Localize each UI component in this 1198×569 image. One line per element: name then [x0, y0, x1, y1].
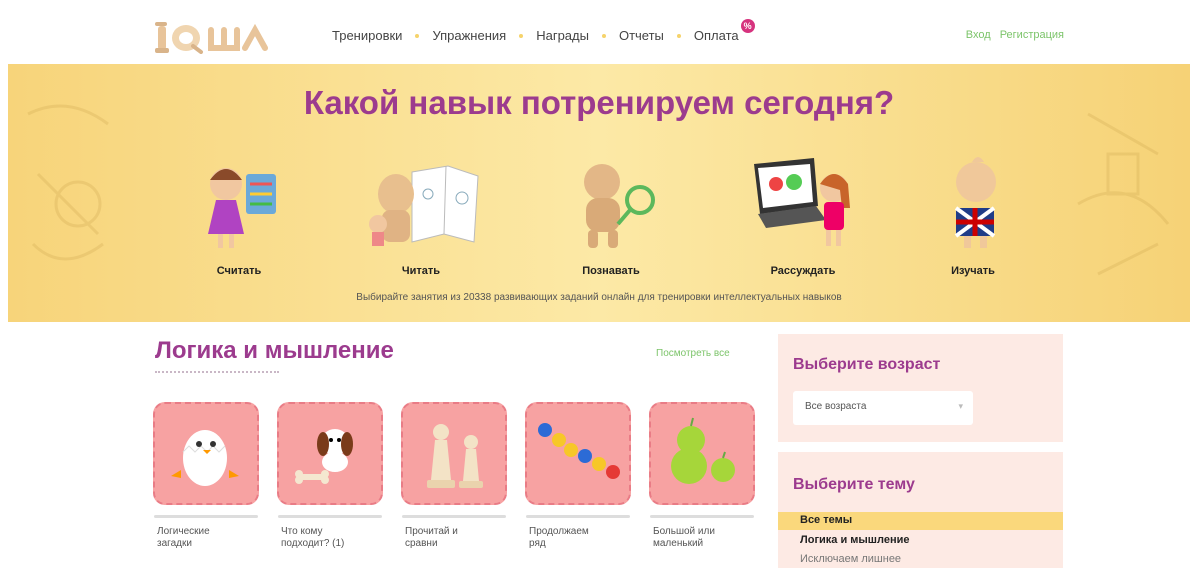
card-label[interactable]: Большой или маленький: [653, 526, 733, 550]
puppy-with-bone-icon: [295, 429, 353, 484]
apples-icon: [671, 417, 735, 484]
skill-label: Считать: [216, 265, 262, 277]
discount-badge: %: [740, 19, 755, 33]
theme-filter-panel: Выберите тему Все темы Логика и мышление…: [778, 452, 1063, 568]
theme-filter-title: Выберите тему: [793, 476, 915, 493]
nav-separator: [519, 33, 524, 38]
exercise-card[interactable]: [277, 402, 383, 505]
register-link[interactable]: Регистрация: [1000, 29, 1064, 41]
girl-with-abacus-icon: [208, 168, 276, 248]
logo-icon[interactable]: [153, 16, 277, 54]
login-link[interactable]: Вход: [966, 29, 991, 41]
nav-exercises[interactable]: Упражнения: [432, 28, 506, 43]
card-label[interactable]: Что кому подходит? (1): [281, 526, 361, 550]
card-label[interactable]: Логические загадки: [157, 526, 227, 550]
nav-payment-label: Оплата: [693, 28, 739, 43]
card-label[interactable]: Прочитай и сравни: [405, 526, 475, 550]
doodle-decoration-icon: [27, 104, 109, 261]
age-filter-panel: Выберите возраст Все возраста ▾: [778, 334, 1063, 442]
main-nav: Тренировки Упражнения Награды Отчеты Опл…: [332, 19, 755, 43]
nav-separator: [601, 33, 606, 38]
skill-explore[interactable]: Познавать: [536, 154, 686, 277]
nav-separator: [676, 33, 681, 38]
skill-reason[interactable]: Рассуждать: [728, 154, 878, 277]
girl-with-laptop-icon: [754, 158, 850, 246]
skill-label: Познавать: [582, 265, 640, 277]
card-label[interactable]: Продолжаем ряд: [529, 526, 607, 550]
chevron-down-icon: ▾: [958, 401, 963, 411]
skill-label: Рассуждать: [770, 265, 836, 277]
nav-trainings[interactable]: Тренировки: [332, 28, 402, 43]
skill-count[interactable]: Считать: [164, 154, 314, 277]
nav-awards[interactable]: Награды: [536, 28, 589, 43]
theme-item-odd-one-out[interactable]: Исключаем лишнее: [778, 551, 1063, 569]
nav-reports[interactable]: Отчеты: [619, 28, 664, 43]
age-filter-title: Выберите возраст: [793, 356, 941, 373]
nav-separator: [415, 33, 420, 38]
character-with-book-icon: [369, 165, 479, 246]
character-with-flag-icon: [954, 157, 996, 248]
skill-study[interactable]: Изучать: [898, 154, 1048, 277]
skill-read[interactable]: Читать: [346, 154, 496, 277]
chick-in-egg-icon: [171, 430, 239, 486]
card-progress-bar: [278, 515, 382, 518]
card-progress-bar: [402, 515, 506, 518]
exercise-card[interactable]: [649, 402, 755, 505]
theme-item-logic[interactable]: Логика и мышление: [778, 532, 1063, 550]
banner-subtitle: Выбирайте занятия из 20338 развивающих з…: [356, 292, 842, 303]
card-progress-bar: [154, 515, 258, 518]
chess-pawns-icon: [427, 424, 483, 488]
exercise-card[interactable]: [401, 402, 507, 505]
auth-links: Вход Регистрация: [960, 29, 1064, 41]
age-select[interactable]: Все возраста ▾: [793, 391, 973, 425]
card-progress-bar: [650, 515, 754, 518]
banner-title: Какой навык потренируем сегодня?: [303, 84, 895, 121]
exercise-card[interactable]: [525, 402, 631, 505]
site-header: Тренировки Упражнения Награды Отчеты Опл…: [0, 0, 1198, 64]
section-underline: [155, 371, 279, 373]
character-with-magnifier-icon: [584, 164, 655, 248]
age-select-value: Все возраста: [805, 401, 867, 412]
skills-banner: Какой навык потренируем сегодня? Считать: [8, 64, 1190, 322]
card-progress-bar: [526, 515, 630, 518]
nav-payment[interactable]: Оплата %: [693, 19, 755, 43]
theme-item-all[interactable]: Все темы: [778, 512, 1063, 530]
exercise-card[interactable]: [153, 402, 259, 505]
skill-label: Читать: [401, 265, 441, 277]
beads-row-icon: [538, 423, 620, 479]
skill-label: Изучать: [951, 265, 995, 277]
section-title: Логика и мышление: [155, 337, 394, 364]
see-all-link[interactable]: Посмотреть все: [656, 348, 730, 359]
